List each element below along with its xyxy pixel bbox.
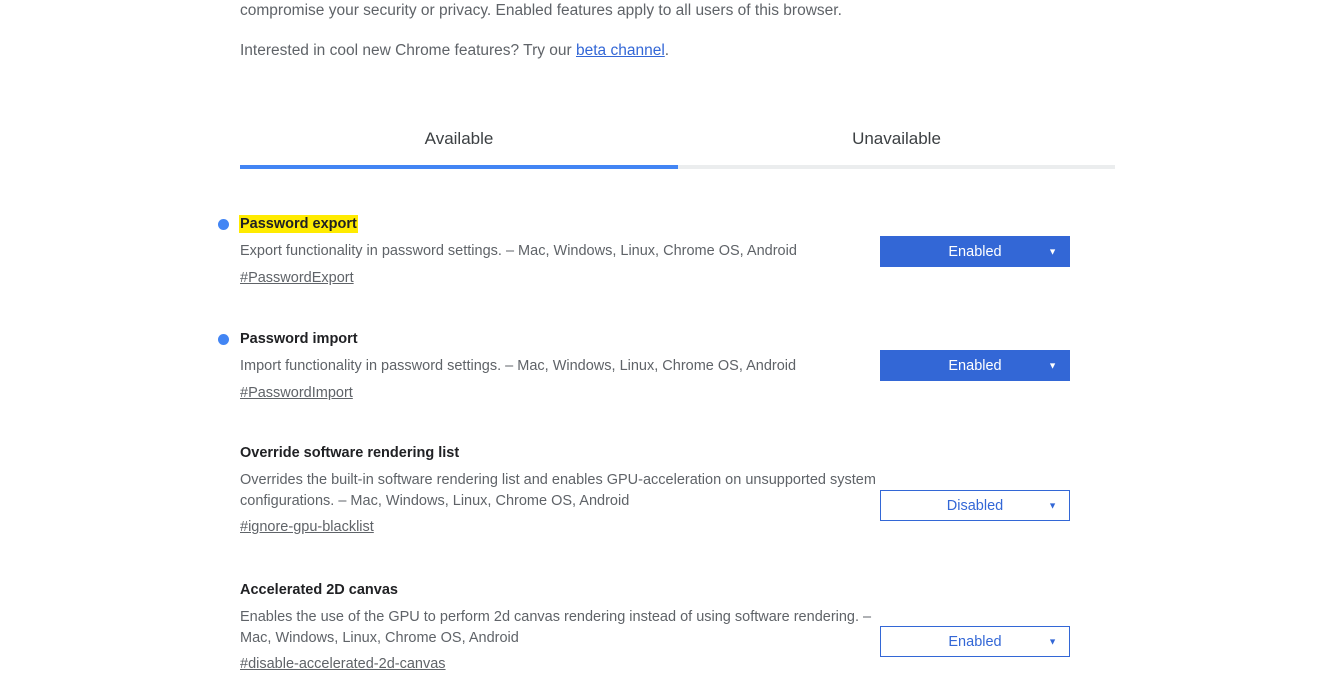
flag-state-value: Enabled xyxy=(948,357,1002,374)
flag-title: Override software rendering list xyxy=(240,445,460,461)
chevron-down-icon: ▼ xyxy=(1048,360,1057,370)
flag-description: Export functionality in password setting… xyxy=(240,243,797,259)
flag-state-select[interactable]: Enabled ▼ xyxy=(880,350,1070,381)
flag-state-select[interactable]: Disabled ▼ xyxy=(880,490,1070,521)
flag-title-wrap: Accelerated 2D canvas xyxy=(240,580,880,599)
chevron-down-icon: ▼ xyxy=(1048,636,1057,646)
flags-list: Password export Export functionality in … xyxy=(0,200,1324,686)
chevron-down-icon: ▼ xyxy=(1048,500,1057,510)
flag-row: Password export Export functionality in … xyxy=(0,200,1324,315)
flag-text-block: Password export Export functionality in … xyxy=(0,200,880,288)
intro-text: compromise your security or privacy. Ena… xyxy=(240,0,1116,61)
intro-beta-suffix: . xyxy=(664,42,670,59)
flag-hash-link[interactable]: #ignore-gpu-blacklist xyxy=(240,517,374,538)
flag-row: Password import Import functionality in … xyxy=(0,315,1324,429)
flag-hash-link[interactable]: #PasswordExport xyxy=(240,268,354,289)
tab-available[interactable]: Available xyxy=(240,112,678,165)
flag-row: Override software rendering list Overrid… xyxy=(0,429,1324,566)
flag-title: Accelerated 2D canvas xyxy=(240,582,398,598)
intro-beta-line: Interested in cool new Chrome features? … xyxy=(240,41,1116,61)
flag-state-select[interactable]: Enabled ▼ xyxy=(880,626,1070,657)
flag-title: Password export xyxy=(240,216,357,232)
flag-state-value: Enabled xyxy=(948,243,1002,260)
flag-hash-link[interactable]: #PasswordImport xyxy=(240,383,353,404)
flag-text-block: Override software rendering list Overrid… xyxy=(0,429,880,538)
flag-title: Password import xyxy=(240,331,358,347)
flag-description: Overrides the built-in software renderin… xyxy=(240,472,876,509)
flag-state-value: Enabled xyxy=(948,633,1002,650)
flag-row: Accelerated 2D canvas Enables the use of… xyxy=(0,566,1324,686)
chevron-down-icon: ▼ xyxy=(1048,246,1057,256)
flag-title-wrap: Password export xyxy=(240,214,880,233)
flag-state-value: Disabled xyxy=(946,497,1004,514)
flag-description: Import functionality in password setting… xyxy=(240,358,797,374)
tab-underline-active xyxy=(240,165,678,169)
flag-title-wrap: Override software rendering list xyxy=(240,443,880,462)
flag-title-wrap: Password import xyxy=(240,329,880,348)
flag-modified-dot-icon xyxy=(218,334,229,345)
chrome-flags-page: compromise your security or privacy. Ena… xyxy=(0,0,1324,700)
beta-channel-link[interactable]: beta channel xyxy=(576,42,665,59)
flag-description: Enables the use of the GPU to perform 2d… xyxy=(240,609,872,646)
flag-hash-link[interactable]: #disable-accelerated-2d-canvas xyxy=(240,654,446,675)
intro-beta-prefix: Interested in cool new Chrome features? … xyxy=(240,42,576,59)
tab-unavailable[interactable]: Unavailable xyxy=(678,112,1115,165)
flag-text-block: Password import Import functionality in … xyxy=(0,315,880,403)
flag-text-block: Accelerated 2D canvas Enables the use of… xyxy=(0,566,880,675)
flags-tabs: Available Unavailable xyxy=(240,112,1115,169)
flag-modified-dot-icon xyxy=(218,219,229,230)
intro-warning-line: compromise your security or privacy. Ena… xyxy=(240,2,842,19)
flag-state-select[interactable]: Enabled ▼ xyxy=(880,236,1070,267)
